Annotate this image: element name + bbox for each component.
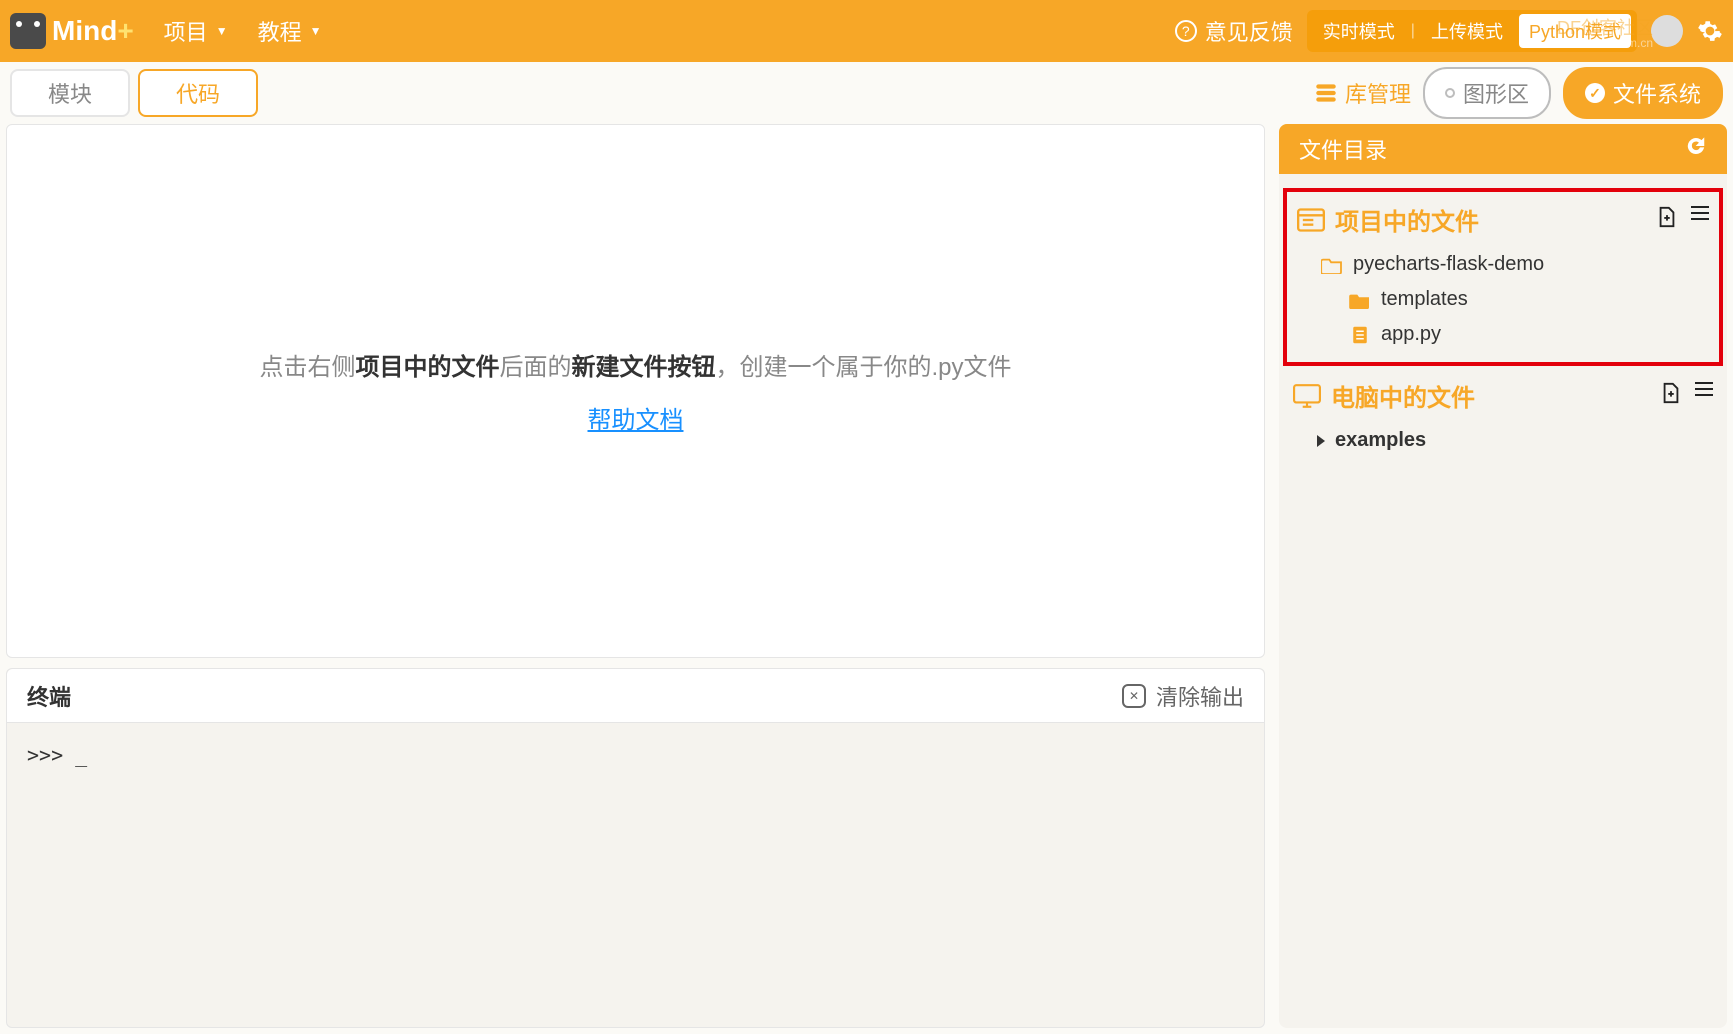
mode-realtime-button[interactable]: 实时模式 <box>1313 14 1405 48</box>
tree-folder-templates[interactable]: templates <box>1297 282 1709 317</box>
computer-files-header: 电脑中的文件 <box>1293 378 1713 413</box>
clear-icon: ✕ <box>1122 684 1146 708</box>
computer-file-tree: examples <box>1293 423 1713 458</box>
new-file-button[interactable] <box>1657 206 1677 234</box>
section-menu-button-2[interactable] <box>1695 382 1713 410</box>
terminal-title: 终端 <box>27 680 71 712</box>
folder-icon <box>1349 291 1371 309</box>
code-editor-area: 点击右侧项目中的文件后面的新建文件按钮，创建一个属于你的.py文件 帮助文档 <box>6 124 1265 658</box>
file-sidebar: 文件目录 项目中的文件 <box>1279 124 1727 1028</box>
tree-file-app[interactable]: app.py <box>1297 317 1709 352</box>
app-logo: Mind+ <box>10 13 134 49</box>
terminal-header: 终端 ✕ 清除输出 <box>7 669 1264 723</box>
terminal-output[interactable]: >>> _ <box>7 723 1264 1027</box>
file-system-button[interactable]: ✓ 文件系统 <box>1563 67 1723 119</box>
project-files-header: 项目中的文件 <box>1297 202 1709 237</box>
menu-project[interactable]: 项目▼ <box>164 15 228 47</box>
help-doc-link[interactable]: 帮助文档 <box>588 400 684 435</box>
mode-selector: 实时模式 | 上传模式 Python模式 <box>1307 10 1637 52</box>
secondary-toolbar: 模块 代码 库管理 图形区 ✓ 文件系统 <box>0 62 1733 124</box>
app-header: Mind+ 项目▼ 教程▼ ? 意见反馈 实时模式 | 上传模式 Python模… <box>0 0 1733 62</box>
menu-tutorial[interactable]: 教程▼ <box>258 15 322 47</box>
tab-code[interactable]: 代码 <box>138 69 258 117</box>
refresh-icon <box>1685 135 1707 157</box>
check-icon: ✓ <box>1585 83 1605 103</box>
tab-block[interactable]: 模块 <box>10 69 130 117</box>
question-icon: ? <box>1175 20 1197 42</box>
tree-folder-examples[interactable]: examples <box>1293 423 1713 458</box>
gear-icon <box>1697 18 1723 44</box>
settings-button[interactable] <box>1697 18 1723 44</box>
project-icon <box>1297 208 1325 232</box>
database-icon <box>1313 80 1339 106</box>
mode-upload-button[interactable]: 上传模式 <box>1421 14 1513 48</box>
mode-python-button[interactable]: Python模式 <box>1519 14 1631 48</box>
new-file-button-2[interactable] <box>1661 382 1681 410</box>
dot-icon <box>1445 88 1455 98</box>
feedback-button[interactable]: ? 意见反馈 <box>1175 15 1293 47</box>
logo-icon <box>10 13 46 49</box>
section-menu-button[interactable] <box>1691 206 1709 234</box>
project-files-section: 项目中的文件 pyecharts-flask-demo <box>1283 188 1723 366</box>
folder-open-icon <box>1321 256 1343 274</box>
library-manage-button[interactable]: 库管理 <box>1313 77 1411 109</box>
project-file-tree: pyecharts-flask-demo templates app.py <box>1297 247 1709 352</box>
caret-right-icon <box>1317 435 1325 447</box>
computer-files-section: 电脑中的文件 examples <box>1279 370 1727 466</box>
clear-output-button[interactable]: ✕ 清除输出 <box>1122 680 1244 712</box>
chevron-down-icon: ▼ <box>216 24 228 38</box>
file-icon <box>1349 326 1371 344</box>
chevron-down-icon: ▼ <box>310 24 322 38</box>
tree-folder-root[interactable]: pyecharts-flask-demo <box>1297 247 1709 282</box>
editor-hint-text: 点击右侧项目中的文件后面的新建文件按钮，创建一个属于你的.py文件 <box>259 347 1011 382</box>
terminal-panel: 终端 ✕ 清除输出 >>> _ <box>6 668 1265 1028</box>
refresh-button[interactable] <box>1685 135 1707 163</box>
sidebar-header: 文件目录 <box>1279 124 1727 174</box>
user-avatar[interactable] <box>1651 15 1683 47</box>
main-content: 点击右侧项目中的文件后面的新建文件按钮，创建一个属于你的.py文件 帮助文档 终… <box>0 124 1733 1034</box>
monitor-icon <box>1293 384 1321 408</box>
logo-text: Mind+ <box>52 15 134 47</box>
graphic-area-button[interactable]: 图形区 <box>1423 67 1551 119</box>
